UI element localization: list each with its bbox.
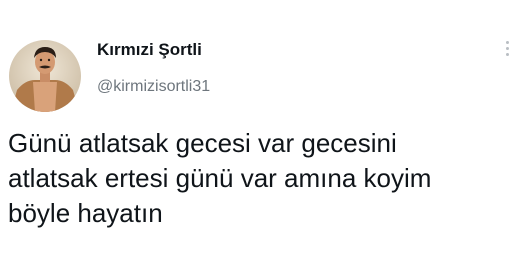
- tweet-text-line: Günü atlatsak gecesi var gecesini: [8, 128, 397, 158]
- tweet-text-line: böyle hayatın: [8, 198, 163, 228]
- more-vertical-icon-dot: [505, 52, 509, 56]
- tweet-text: Günü atlatsak gecesi var gecesini atlats…: [8, 126, 514, 231]
- more-vertical-icon-dot: [505, 46, 509, 50]
- tweet-card: Kırmızi Şortli @kirmizisortli31 Günü atl…: [0, 0, 522, 262]
- author-handle[interactable]: @kirmizisortli31: [97, 78, 210, 96]
- profile-avatar-photo-icon: [9, 40, 81, 112]
- author-display-name[interactable]: Kırmızi Şortli: [97, 40, 202, 60]
- author-avatar[interactable]: [9, 40, 81, 112]
- tweet-text-line: atlatsak ertesi günü var amına koyim: [8, 163, 432, 193]
- more-vertical-icon: [505, 40, 509, 44]
- more-options-button[interactable]: [500, 36, 514, 60]
